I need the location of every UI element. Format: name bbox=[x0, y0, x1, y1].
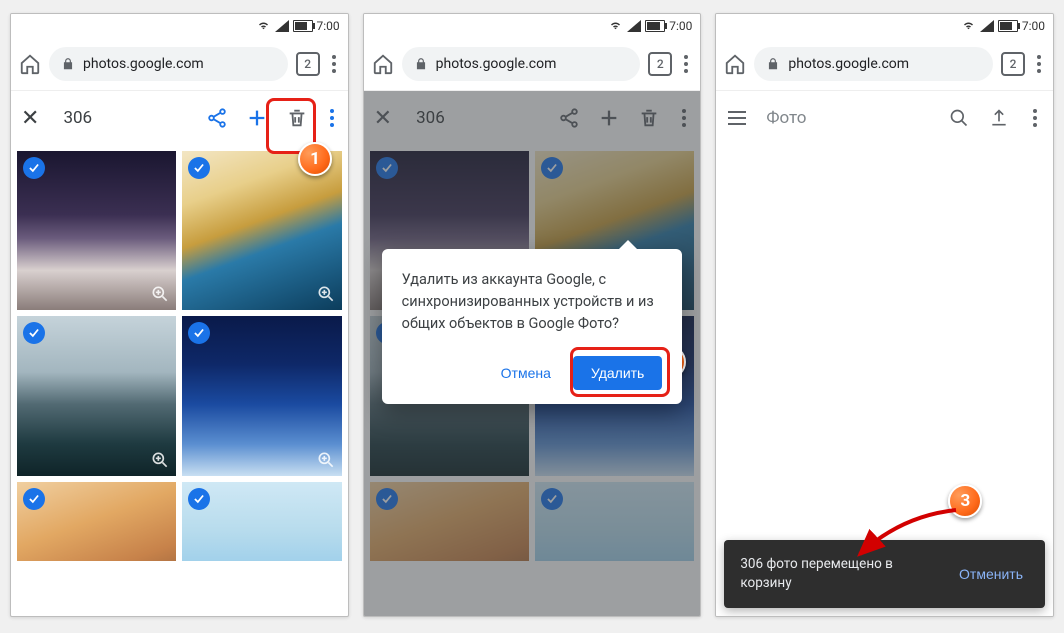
selection-toolbar: ✕ 306 bbox=[364, 91, 701, 145]
photo-thumbnail[interactable] bbox=[182, 482, 341, 562]
selection-toolbar: ✕ 306 bbox=[11, 91, 348, 145]
zoom-icon bbox=[150, 450, 170, 470]
wifi-icon bbox=[256, 20, 271, 32]
url-text: photos.google.com bbox=[436, 56, 557, 72]
status-time: 7:00 bbox=[669, 19, 692, 33]
photo-thumbnail bbox=[535, 482, 694, 562]
add-icon[interactable] bbox=[246, 107, 268, 129]
phone-screen-2: 7:00 photos.google.com 2 ✕ 306 У bbox=[363, 13, 702, 617]
tabs-count[interactable]: 2 bbox=[1001, 52, 1025, 76]
trash-icon[interactable] bbox=[286, 107, 308, 129]
browser-menu-icon[interactable] bbox=[328, 55, 340, 73]
page-title: Фото bbox=[766, 108, 929, 128]
zoom-icon bbox=[150, 284, 170, 304]
trash-icon bbox=[638, 107, 660, 129]
phone-screen-3: 7:00 photos.google.com 2 Фото 306 фото п… bbox=[715, 13, 1054, 617]
delete-button[interactable]: Удалить bbox=[573, 356, 662, 390]
search-icon[interactable] bbox=[949, 108, 969, 128]
selection-menu-icon bbox=[678, 109, 690, 127]
url-text: photos.google.com bbox=[788, 56, 909, 72]
status-bar: 7:00 bbox=[364, 14, 701, 38]
tabs-count[interactable]: 2 bbox=[648, 52, 672, 76]
url-field[interactable]: photos.google.com bbox=[754, 47, 993, 81]
zoom-icon bbox=[316, 450, 336, 470]
browser-menu-icon[interactable] bbox=[680, 55, 692, 73]
lock-icon bbox=[414, 57, 428, 71]
popover-message: Удалить из аккаунта Google, с синхронизи… bbox=[402, 269, 663, 334]
checkmark-icon bbox=[376, 157, 398, 179]
photo-thumbnail[interactable] bbox=[182, 316, 341, 475]
wifi-icon bbox=[961, 20, 976, 32]
toast-notification: 306 фото перемещено в корзину Отменить bbox=[724, 540, 1045, 608]
photo-thumbnail[interactable] bbox=[17, 316, 176, 475]
selection-count: 306 bbox=[57, 108, 187, 128]
zoom-icon bbox=[316, 284, 336, 304]
step-badge-1: 1 bbox=[298, 142, 332, 176]
delete-confirm-popover: Удалить из аккаунта Google, с синхронизи… bbox=[382, 249, 683, 404]
photo-thumbnail bbox=[370, 482, 529, 562]
status-time: 7:00 bbox=[317, 19, 340, 33]
photos-grid bbox=[11, 145, 348, 567]
checkmark-icon bbox=[541, 488, 563, 510]
close-selection-button[interactable]: ✕ bbox=[21, 106, 39, 131]
battery-icon bbox=[998, 20, 1018, 32]
wifi-icon bbox=[608, 20, 623, 32]
browser-url-bar: photos.google.com 2 bbox=[11, 38, 348, 91]
checkmark-icon bbox=[188, 488, 210, 510]
lock-icon bbox=[766, 57, 780, 71]
close-selection-button: ✕ bbox=[374, 106, 392, 131]
browser-menu-icon[interactable] bbox=[1033, 55, 1045, 73]
home-icon[interactable] bbox=[19, 53, 41, 75]
signal-icon bbox=[275, 20, 289, 32]
home-icon[interactable] bbox=[724, 53, 746, 75]
url-field[interactable]: photos.google.com bbox=[49, 47, 288, 81]
photos-app-header: Фото bbox=[716, 91, 1053, 145]
photo-thumbnail[interactable] bbox=[17, 482, 176, 562]
header-menu-icon[interactable] bbox=[1029, 109, 1041, 127]
checkmark-icon bbox=[23, 157, 45, 179]
battery-icon bbox=[293, 20, 313, 32]
hamburger-menu-icon[interactable] bbox=[728, 111, 746, 125]
photo-thumbnail[interactable] bbox=[17, 151, 176, 310]
selection-menu-icon[interactable] bbox=[326, 109, 338, 127]
status-bar: 7:00 bbox=[716, 14, 1053, 38]
battery-icon bbox=[645, 20, 665, 32]
upload-icon[interactable] bbox=[989, 108, 1009, 128]
home-icon[interactable] bbox=[372, 53, 394, 75]
share-icon bbox=[558, 107, 580, 129]
share-icon[interactable] bbox=[206, 107, 228, 129]
toast-message: 306 фото перемещено в корзину bbox=[740, 555, 937, 593]
add-icon bbox=[598, 107, 620, 129]
signal-icon bbox=[627, 20, 641, 32]
signal-icon bbox=[980, 20, 994, 32]
url-text: photos.google.com bbox=[83, 56, 204, 72]
tabs-count[interactable]: 2 bbox=[296, 52, 320, 76]
url-field[interactable]: photos.google.com bbox=[402, 47, 641, 81]
checkmark-icon bbox=[376, 488, 398, 510]
browser-url-bar: photos.google.com 2 bbox=[716, 38, 1053, 91]
status-time: 7:00 bbox=[1022, 19, 1045, 33]
browser-url-bar: photos.google.com 2 bbox=[364, 38, 701, 91]
selection-count: 306 bbox=[410, 108, 540, 128]
checkmark-icon bbox=[23, 488, 45, 510]
phone-screen-1: 7:00 photos.google.com 2 ✕ 306 1 bbox=[10, 13, 349, 617]
undo-button[interactable]: Отменить bbox=[953, 565, 1029, 583]
lock-icon bbox=[61, 57, 75, 71]
cancel-button[interactable]: Отмена bbox=[489, 357, 563, 389]
checkmark-icon bbox=[541, 157, 563, 179]
status-bar: 7:00 bbox=[11, 14, 348, 38]
